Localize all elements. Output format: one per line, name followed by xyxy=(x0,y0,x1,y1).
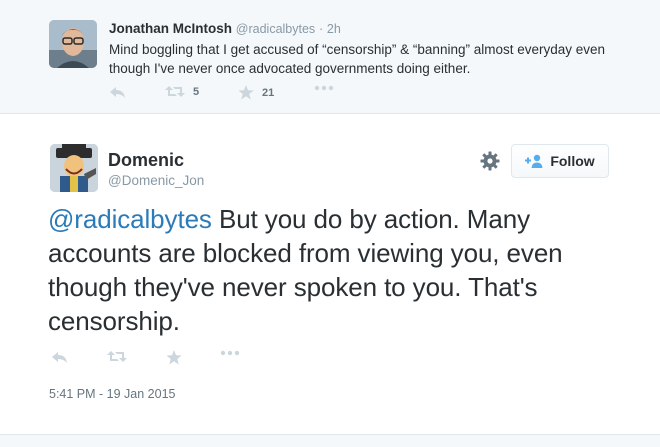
parent-author-name[interactable]: Jonathan McIntosh xyxy=(109,21,232,36)
follow-label: Follow xyxy=(550,153,595,169)
main-tweet-text: @radicalbytes But you do by action. Many… xyxy=(48,202,628,338)
parent-header: Jonathan McIntosh @radicalbytes · 2h xyxy=(109,21,341,36)
reply-icon xyxy=(110,87,125,98)
parent-retweet-count: 5 xyxy=(193,85,200,98)
parent-favorite-button[interactable]: 21 xyxy=(238,85,274,100)
parent-tweet: Jonathan McIntosh @radicalbytes · 2h Min… xyxy=(0,0,660,114)
follow-button[interactable]: Follow xyxy=(511,144,609,178)
main-author-name[interactable]: Domenic xyxy=(108,150,184,171)
main-author-handle[interactable]: @Domenic_Jon xyxy=(108,173,204,188)
parent-avatar[interactable] xyxy=(49,20,97,68)
more-icon xyxy=(314,85,334,91)
reply-icon xyxy=(52,352,67,363)
parent-tweet-text: Mind boggling that I get accused of “cen… xyxy=(109,42,606,76)
main-tweet: Domenic @Domenic_Jon Follow @radicalbyte… xyxy=(0,114,660,435)
retweet-icon xyxy=(107,351,127,362)
parent-age[interactable]: 2h xyxy=(327,22,341,36)
parent-author-handle[interactable]: @radicalbytes xyxy=(236,22,315,36)
main-favorite-button[interactable] xyxy=(166,350,182,365)
main-retweet-button[interactable] xyxy=(107,350,127,363)
main-more-button[interactable] xyxy=(220,350,240,356)
main-avatar[interactable] xyxy=(50,144,98,192)
retweet-icon xyxy=(165,86,185,97)
tweet-timestamp[interactable]: 5:41 PM - 19 Jan 2015 xyxy=(49,387,175,401)
follow-person-icon xyxy=(525,154,543,168)
parent-separator: · xyxy=(318,22,324,36)
parent-retweet-button[interactable]: 5 xyxy=(165,85,199,98)
main-reply-button[interactable] xyxy=(51,350,68,364)
parent-favorite-count: 21 xyxy=(262,86,275,99)
star-icon xyxy=(166,350,182,365)
parent-reply-button[interactable] xyxy=(109,85,126,99)
star-icon xyxy=(238,85,254,100)
bottom-strip xyxy=(0,435,660,447)
parent-more-button[interactable] xyxy=(314,85,334,91)
mention-link[interactable]: @radicalbytes xyxy=(48,204,212,234)
more-icon xyxy=(220,350,240,356)
gear-icon[interactable] xyxy=(480,151,500,171)
